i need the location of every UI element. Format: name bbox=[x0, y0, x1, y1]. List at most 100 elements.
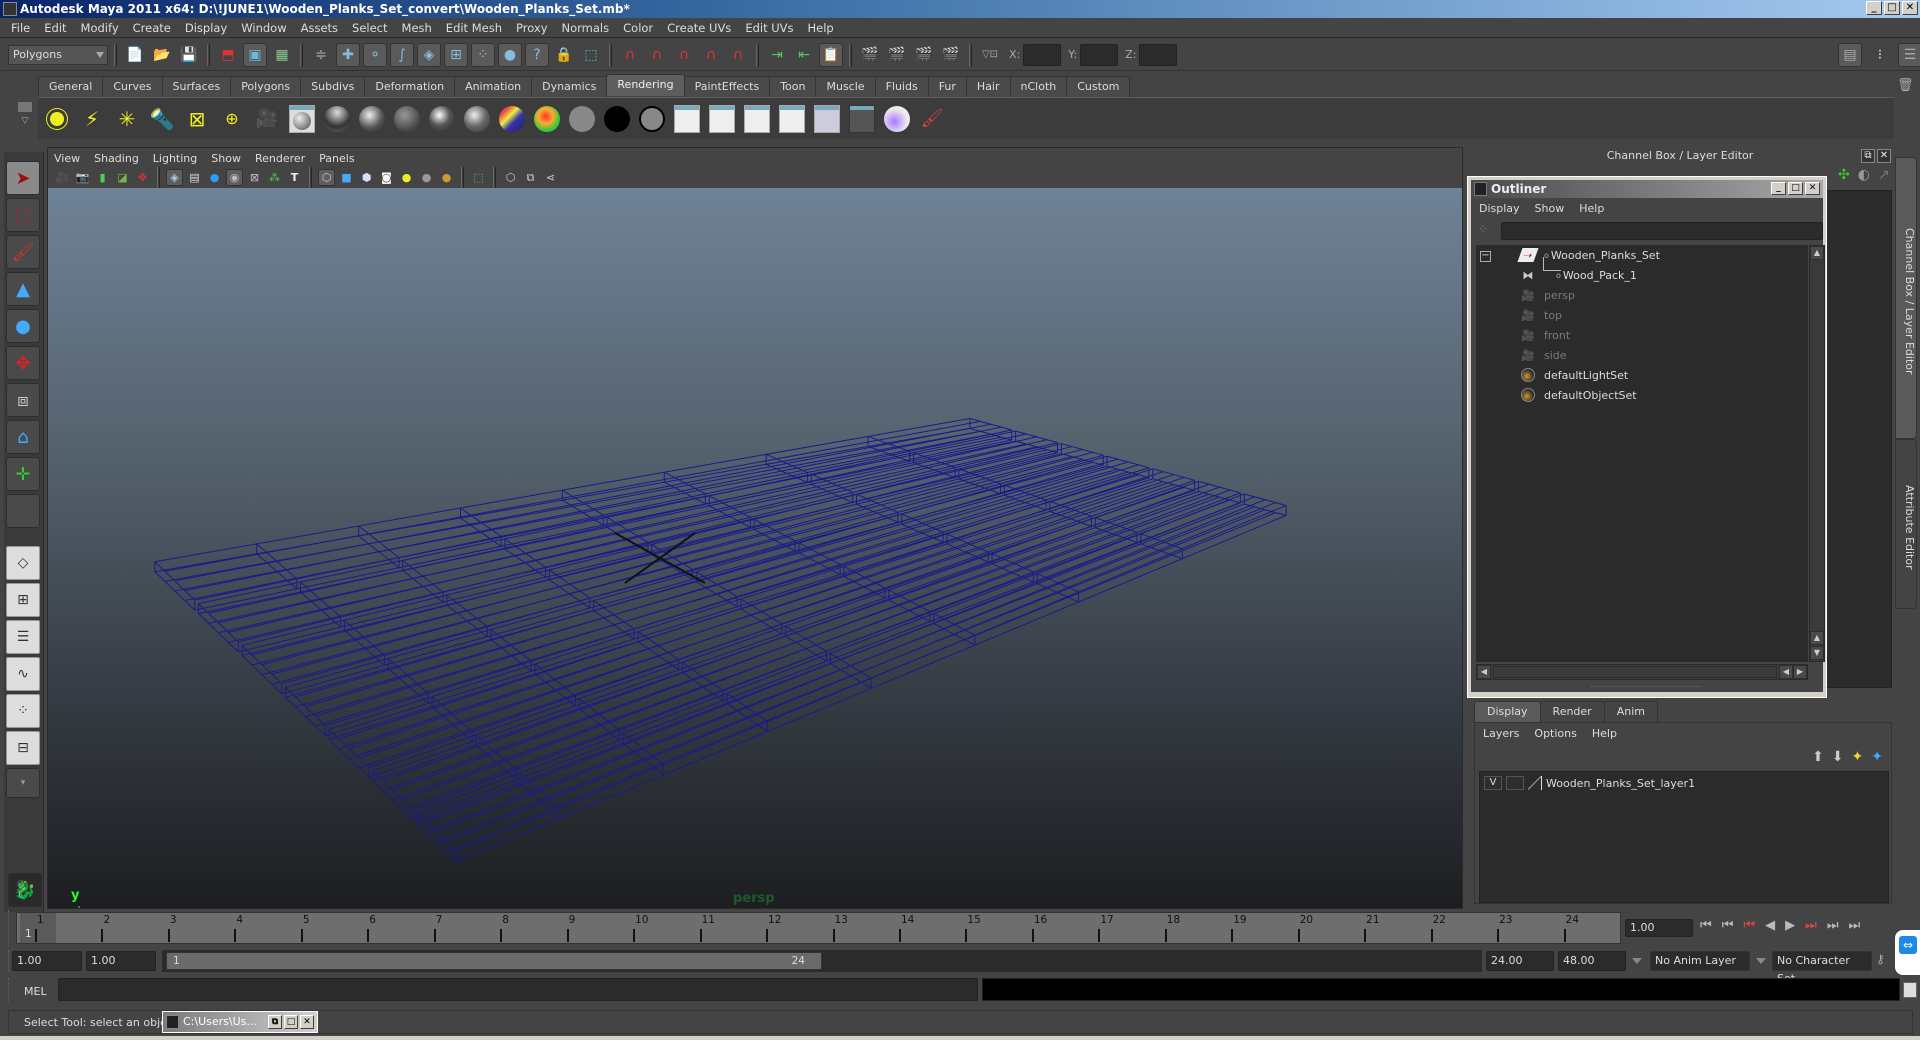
move-layer-down-icon[interactable]: ⬇ bbox=[1832, 749, 1844, 765]
highlight-selection-icon[interactable]: ⬚ bbox=[579, 43, 603, 67]
gate-mask-icon[interactable]: ◉ bbox=[226, 169, 243, 186]
film-gate-icon[interactable]: ▤ bbox=[186, 169, 203, 186]
move-tool-icon[interactable]: ▲ bbox=[6, 272, 40, 306]
blinn-icon[interactable] bbox=[357, 104, 387, 134]
outliner-item[interactable]: 🎥 side bbox=[1520, 345, 1566, 365]
scroll-left-button[interactable]: ◀ bbox=[1477, 665, 1491, 679]
lambert-icon[interactable] bbox=[392, 104, 422, 134]
close-panel-button[interactable]: ✕ bbox=[1877, 149, 1891, 163]
shelf-tab-dynamics[interactable]: Dynamics bbox=[531, 76, 608, 97]
shelf-tab-toon[interactable]: Toon bbox=[769, 76, 817, 97]
shelf-tab-fur[interactable]: Fur bbox=[927, 76, 967, 97]
shelf-tab-muscle[interactable]: Muscle bbox=[815, 76, 876, 97]
shading-map-icon[interactable] bbox=[567, 104, 597, 134]
tab-channel-box-layer-editor[interactable]: Channel Box / Layer Editor bbox=[1895, 157, 1917, 439]
persp-graph-layout-icon[interactable]: ∿ bbox=[6, 657, 40, 691]
menu-proxy[interactable]: Proxy bbox=[509, 21, 555, 35]
area-light-icon[interactable]: ⊠ bbox=[182, 104, 212, 134]
input-line-menu-icon[interactable]: ▽⊡ bbox=[978, 43, 1002, 67]
viewport-menu-show[interactable]: Show bbox=[211, 152, 249, 165]
snap-to-grids-icon[interactable]: ∩ bbox=[618, 43, 642, 67]
scroll-up-button[interactable]: ▲ bbox=[1810, 631, 1824, 645]
minimize-button[interactable]: _ bbox=[1866, 1, 1882, 15]
shelf-tab-subdivs[interactable]: Subdivs bbox=[300, 76, 366, 97]
menu-normals[interactable]: Normals bbox=[555, 21, 617, 35]
image-plane-icon[interactable]: ◪ bbox=[114, 169, 131, 186]
select-curves-icon[interactable]: ∫ bbox=[390, 42, 414, 67]
menu-assets[interactable]: Assets bbox=[294, 21, 345, 35]
mel-command-input[interactable] bbox=[58, 978, 978, 1001]
viewport-menu-view[interactable]: View bbox=[54, 152, 88, 165]
scroll-right-button[interactable]: ▶ bbox=[1793, 665, 1807, 679]
safe-title-icon[interactable]: T bbox=[286, 169, 303, 186]
tab-attribute-editor[interactable]: Attribute Editor bbox=[1895, 439, 1917, 609]
directional-light-icon[interactable]: ⚡ bbox=[77, 104, 107, 134]
scroll-down-button[interactable]: ▼ bbox=[1810, 646, 1824, 660]
expand-toggle[interactable]: − bbox=[1480, 246, 1491, 266]
field-chart-icon[interactable]: ⊠ bbox=[246, 169, 263, 186]
cancel-render-icon[interactable] bbox=[847, 104, 877, 134]
render-settings-icon[interactable] bbox=[777, 104, 807, 134]
hypershade-icon[interactable] bbox=[882, 104, 912, 134]
outliner-titlebar[interactable]: Outliner _ □ ✕ bbox=[1471, 180, 1823, 198]
volume-light-icon[interactable]: ⊕ bbox=[217, 104, 247, 134]
wireframe-on-shaded-icon[interactable]: ⬢ bbox=[358, 169, 375, 186]
outliner-item[interactable]: ⧓ o Wood_Pack_1 bbox=[1520, 265, 1637, 285]
render-view-icon[interactable] bbox=[672, 104, 702, 134]
current-time-field[interactable]: 1.00 bbox=[1625, 919, 1693, 937]
smooth-shade-all-icon[interactable]: ■ bbox=[338, 169, 355, 186]
outliner-item[interactable]: 🎥 front bbox=[1520, 325, 1570, 345]
use-background-icon[interactable] bbox=[637, 104, 667, 134]
menu-help[interactable]: Help bbox=[801, 21, 841, 35]
tool-settings-toggle-icon[interactable]: ⁝ bbox=[1868, 43, 1892, 67]
attribute-editor-toggle-icon[interactable]: ▤ bbox=[1838, 43, 1862, 67]
shelf-tab-curves[interactable]: Curves bbox=[102, 76, 163, 97]
channel-speed-icon[interactable]: ◐ bbox=[1858, 167, 1870, 183]
shelf-tab-fluids[interactable]: Fluids bbox=[874, 76, 929, 97]
menu-create-uvs[interactable]: Create UVs bbox=[660, 21, 738, 35]
camera-icon[interactable]: 🎥 bbox=[252, 104, 282, 134]
ipr-render-icon[interactable] bbox=[707, 104, 737, 134]
z-field[interactable] bbox=[1139, 43, 1178, 66]
open-scene-icon[interactable]: 📂 bbox=[150, 43, 174, 67]
anim-layer-dropdown[interactable]: No Anim Layer bbox=[1650, 951, 1750, 971]
outliner-close-button[interactable]: ✕ bbox=[1805, 182, 1820, 195]
maya-logo-icon[interactable]: 🐉 bbox=[8, 873, 42, 907]
hypershade-sphere-icon[interactable] bbox=[287, 104, 317, 134]
layer-tab-render[interactable]: Render bbox=[1539, 701, 1605, 722]
shelf-tab-polygons[interactable]: Polygons bbox=[230, 76, 302, 97]
menu-mesh[interactable]: Mesh bbox=[395, 21, 439, 35]
current-tool-slot[interactable] bbox=[6, 494, 40, 528]
scroll-up-button[interactable]: ▲ bbox=[1810, 246, 1824, 260]
menu-color[interactable]: Color bbox=[616, 21, 660, 35]
viewport-menu-panels[interactable]: Panels bbox=[319, 152, 362, 165]
trash-icon[interactable]: 🗑 bbox=[1897, 78, 1914, 93]
auto-key-icon[interactable]: ⚷ bbox=[1876, 952, 1885, 966]
close-button[interactable]: ✕ bbox=[1902, 1, 1918, 15]
persp-graph-outliner-layout-icon[interactable]: ⊟ bbox=[6, 731, 40, 765]
x-field[interactable] bbox=[1023, 43, 1062, 66]
minimized-window-button[interactable]: C:\Users\Us... ⧉ □ ✕ bbox=[162, 1011, 318, 1033]
move-layer-up-icon[interactable]: ⬆ bbox=[1812, 749, 1824, 765]
surface-shader-icon[interactable] bbox=[602, 104, 632, 134]
phong-e-icon[interactable] bbox=[462, 104, 492, 134]
bookmarks-icon[interactable]: ▮ bbox=[94, 169, 111, 186]
outliner-item[interactable]: defaultLightSet bbox=[1520, 365, 1628, 385]
step-forward-key-button[interactable]: ⏭ bbox=[1827, 918, 1839, 933]
outliner-filter-input[interactable] bbox=[1501, 222, 1823, 240]
channel-sync-icon[interactable]: ↗ bbox=[1878, 167, 1890, 183]
isolate-select-icon[interactable]: ⬚ bbox=[470, 169, 487, 186]
shelf-tab-ncloth[interactable]: nCloth bbox=[1009, 76, 1068, 97]
ambient-light-icon[interactable] bbox=[42, 104, 72, 134]
select-camera-icon[interactable]: 🎥 bbox=[54, 169, 71, 186]
camera-attributes-icon[interactable]: 📷 bbox=[74, 169, 91, 186]
ramp-shader-icon[interactable] bbox=[532, 104, 562, 134]
use-all-lights-icon[interactable]: ● bbox=[398, 169, 415, 186]
2d-pan-zoom-icon[interactable]: ✥ bbox=[134, 169, 151, 186]
shelf-tab-custom[interactable]: Custom bbox=[1066, 76, 1131, 97]
manipulator-axis-icon[interactable]: ✣ bbox=[1838, 167, 1850, 183]
range-slider-bar[interactable]: 1 24 bbox=[166, 952, 822, 970]
toolbox-collapse-button[interactable]: ▾ bbox=[6, 768, 40, 798]
paint-select-tool-icon[interactable]: 🖌 bbox=[6, 235, 40, 269]
batch-render-icon[interactable] bbox=[742, 104, 772, 134]
